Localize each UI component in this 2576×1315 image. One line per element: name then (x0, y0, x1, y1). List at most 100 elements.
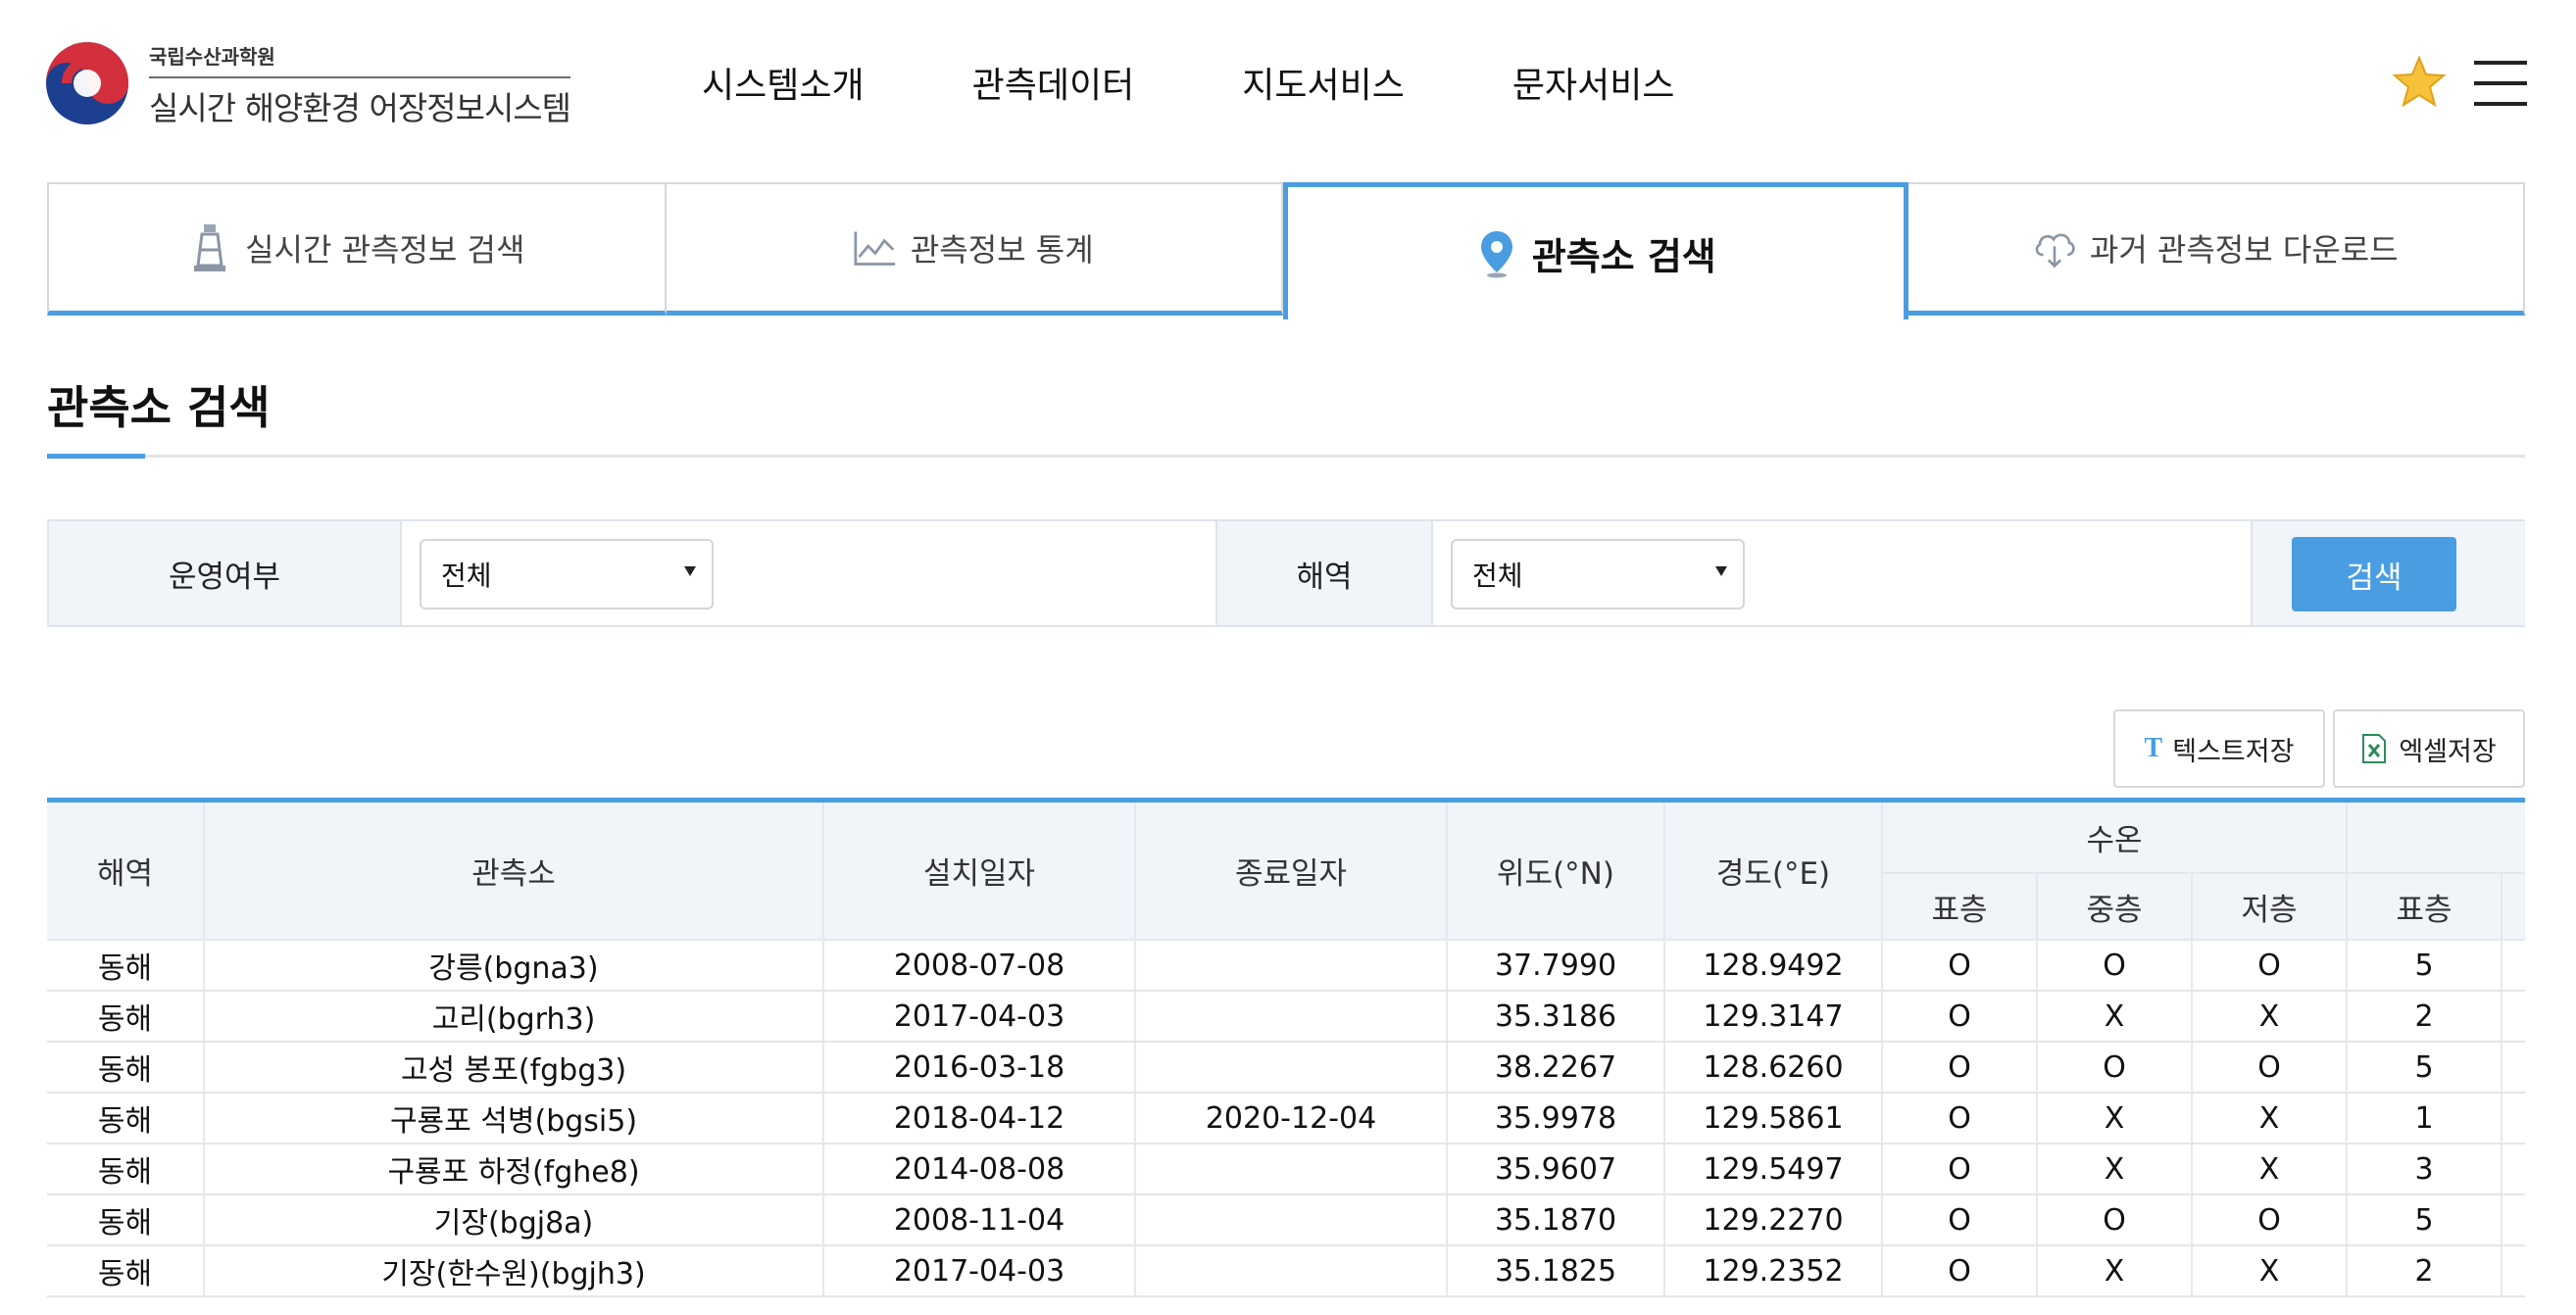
cell-install-date: 2008-07-08 (822, 940, 1135, 992)
table-row[interactable]: 동해 기장(bgj8a) 2008-11-04 35.1870 129.2270 O O O 5 (47, 1194, 2525, 1246)
title-divider-accent (47, 454, 145, 459)
logo-divider (149, 76, 570, 78)
col-header-surface-2: 표층 (2346, 873, 2503, 941)
cell-end-date: 2020-12-04 (1134, 1093, 1447, 1145)
col-header-end-date: 종료일자 (1134, 803, 1448, 941)
cell-install-date: 2017-04-03 (822, 1245, 1135, 1297)
hamburger-menu-icon[interactable] (2474, 61, 2527, 106)
table-row[interactable]: 동해 구룡포 하정(fghe8) 2014-08-08 35.9607 129.5497… (47, 1144, 2525, 1195)
nav-sms-service[interactable]: 문자서비스 (1512, 57, 1675, 108)
org-name: 국립수산과학원 (149, 45, 275, 69)
cell-latitude: 35.1825 (1446, 1245, 1664, 1297)
tab-label: 실시간 관측정보 검색 (245, 230, 525, 268)
cell-station: 구룡포 석병(bgsi5) (203, 1093, 823, 1145)
cell-temp-middle: X (2036, 1144, 2192, 1195)
cell-latitude: 35.1870 (1446, 1194, 1664, 1246)
col-header-region: 해역 (47, 803, 205, 941)
cell-station: 구룡포 하정(fghe8) (203, 1144, 823, 1195)
cell-temp-bottom: X (2190, 1144, 2348, 1195)
cell-overflow (2501, 1144, 2525, 1195)
star-icon[interactable] (2392, 55, 2447, 110)
cell-next-surface: 5 (2346, 940, 2502, 992)
col-header-next-group (2346, 803, 2525, 874)
region-label: 해역 (1215, 521, 1433, 625)
cell-region: 동해 (47, 1042, 204, 1094)
nav-map-service[interactable]: 지도서비스 (1242, 57, 1405, 108)
cell-install-date: 2008-11-04 (822, 1194, 1135, 1246)
table-row[interactable]: 동해 구룡포 석병(bgsi5) 2018-04-12 2020-12-04 35.99… (47, 1093, 2525, 1145)
table-row[interactable]: 동해 기장(한수원)(bgjh3) 2017-04-03 35.1825 129.235… (47, 1245, 2525, 1297)
col-header-surface: 표층 (1882, 873, 2038, 941)
cell-temp-surface: O (1881, 1245, 2037, 1297)
excel-save-button[interactable]: 엑셀저장 (2333, 709, 2525, 788)
nav-observation-data[interactable]: 관측데이터 (972, 57, 1135, 108)
col-header-latitude: 위도(°N) (1446, 803, 1665, 941)
cell-latitude: 38.2267 (1446, 1042, 1664, 1094)
cell-longitude: 129.2270 (1663, 1194, 1882, 1246)
cell-longitude: 129.2352 (1663, 1245, 1882, 1297)
cell-temp-middle: O (2036, 1194, 2192, 1246)
col-header-bottom: 저층 (2190, 873, 2349, 941)
cell-install-date: 2014-08-08 (822, 1144, 1135, 1195)
cell-end-date (1134, 1144, 1447, 1195)
tab-realtime-search[interactable]: 실시간 관측정보 검색 (47, 182, 667, 316)
cell-temp-middle: X (2036, 1245, 2192, 1297)
cell-next-surface: 2 (2346, 1245, 2502, 1297)
col-header-middle: 중층 (2036, 873, 2193, 941)
cell-install-date: 2016-03-18 (822, 1042, 1135, 1094)
cell-end-date (1134, 1042, 1447, 1094)
cell-latitude: 35.9607 (1446, 1144, 1664, 1195)
cell-longitude: 129.5497 (1663, 1144, 1882, 1195)
lighthouse-icon (188, 222, 231, 273)
region-select[interactable]: 전체 (1451, 539, 1745, 609)
cell-temp-bottom: O (2190, 1194, 2348, 1246)
search-filter-box: 운영여부 전체 해역 전체 검색 (47, 519, 2525, 627)
cell-longitude: 128.9492 (1663, 940, 1882, 992)
cell-station: 고성 봉포(fgbg3) (203, 1042, 823, 1094)
status-select[interactable]: 전체 (420, 539, 714, 609)
text-save-label: 텍스트저장 (2172, 736, 2295, 767)
tab-history-download[interactable]: 과거 관측정보 다운로드 (1907, 182, 2525, 316)
station-table: 해역 관측소 설치일자 종료일자 위도(°N) 경도(°E) 수온 표층 중층 … (47, 803, 2525, 1297)
excel-save-label: 엑셀저장 (2399, 736, 2497, 767)
table-row[interactable]: 동해 고리(bgrh3) 2017-04-03 35.3186 129.3147 O X X 2 (47, 991, 2525, 1043)
col-header-station: 관측소 (203, 803, 824, 941)
station-table-container[interactable]: 해역 관측소 설치일자 종료일자 위도(°N) 경도(°E) 수온 표층 중층 … (47, 798, 2525, 1315)
cell-end-date (1134, 1194, 1447, 1246)
cell-temp-middle: O (2036, 1042, 2192, 1094)
col-header-next (2501, 873, 2525, 941)
site-logo[interactable]: 국립수산과학원 실시간 해양환경 어장정보시스템 (45, 37, 574, 127)
cell-latitude: 35.3186 (1446, 991, 1664, 1043)
text-save-button[interactable]: T 텍스트저장 (2113, 709, 2325, 788)
sub-tabs: 실시간 관측정보 검색 관측정보 통계 관측소 검색 과거 관측정보 다운로드 (47, 182, 2525, 319)
tab-label: 관측소 검색 (1531, 235, 1716, 278)
taegeuk-emblem-icon (46, 42, 128, 124)
cell-next-surface: 5 (2346, 1194, 2502, 1246)
line-chart-icon (854, 222, 897, 273)
cell-temp-surface: O (1881, 940, 2037, 992)
cell-longitude: 128.6260 (1663, 1042, 1882, 1094)
col-header-install-date: 설치일자 (822, 803, 1136, 941)
tab-station-search[interactable]: 관측소 검색 (1283, 182, 1908, 319)
cell-next-surface: 3 (2346, 1144, 2502, 1195)
station-table-body: 동해 강릉(bgna3) 2008-07-08 37.7990 128.9492 O O O 5… (47, 940, 2525, 1297)
cell-temp-bottom: O (2190, 1042, 2348, 1094)
map-pin-icon (1475, 228, 1518, 279)
site-title: 실시간 해양환경 어장정보시스템 (149, 89, 571, 127)
caret-down-icon (1715, 566, 1727, 576)
cell-next-surface: 5 (2346, 1042, 2502, 1094)
search-button[interactable]: 검색 (2292, 537, 2456, 611)
table-row[interactable]: 동해 고성 봉포(fgbg3) 2016-03-18 38.2267 128.6260 O… (47, 1042, 2525, 1094)
cell-temp-bottom: X (2190, 991, 2348, 1043)
cell-end-date (1134, 940, 1447, 992)
cell-overflow (2501, 1093, 2525, 1145)
cell-station: 기장(bgj8a) (203, 1194, 823, 1246)
nav-system-intro[interactable]: 시스템소개 (702, 57, 865, 108)
table-row[interactable]: 동해 강릉(bgna3) 2008-07-08 37.7990 128.9492 O O O 5 (47, 940, 2525, 992)
cell-overflow (2501, 940, 2525, 992)
title-divider (47, 455, 2525, 458)
cell-temp-bottom: X (2190, 1093, 2348, 1145)
cell-install-date: 2018-04-12 (822, 1093, 1135, 1145)
cell-temp-surface: O (1881, 991, 2037, 1043)
tab-statistics[interactable]: 관측정보 통계 (666, 182, 1283, 316)
